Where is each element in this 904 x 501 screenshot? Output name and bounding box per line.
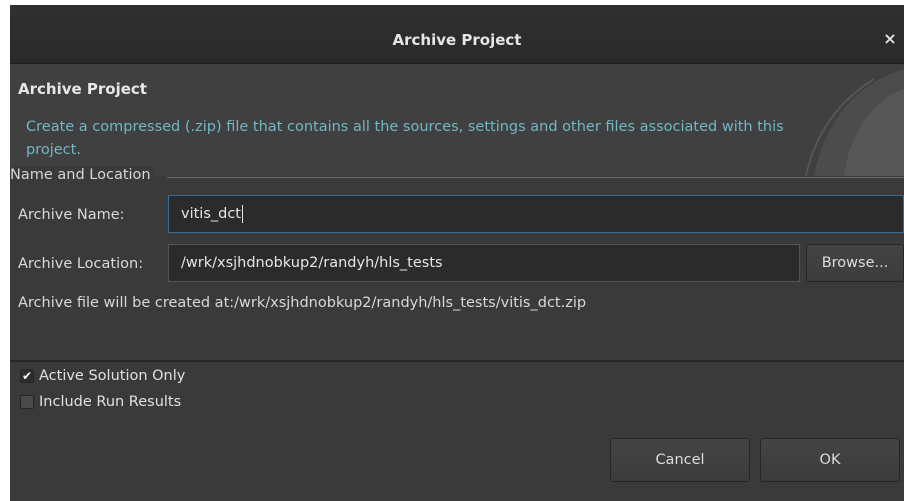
header-title: Archive Project: [18, 80, 147, 98]
group-label-name-location: Name and Location: [10, 167, 153, 183]
archive-path-info: Archive file will be created at:/wrk/xsj…: [18, 295, 587, 311]
archive-name-input[interactable]: vitis_dct: [168, 195, 904, 233]
include-run-results-option[interactable]: Include Run Results: [20, 394, 181, 410]
archive-name-label: Archive Name:: [18, 207, 125, 223]
ok-button[interactable]: OK: [760, 438, 900, 482]
cancel-button[interactable]: Cancel: [610, 438, 750, 482]
archive-project-dialog: Archive Project × Archive Project Create…: [10, 5, 904, 501]
close-icon[interactable]: ×: [878, 27, 902, 51]
archive-name-value: vitis_dct: [181, 206, 241, 222]
header-panel: Archive Project Create a compressed (.zi…: [10, 64, 904, 176]
include-run-results-label: Include Run Results: [39, 394, 182, 410]
include-run-results-checkbox[interactable]: [20, 395, 34, 409]
browse-button[interactable]: Browse...: [806, 244, 904, 282]
options-separator: [10, 360, 904, 362]
archive-location-label: Archive Location:: [18, 256, 144, 272]
text-caret: [242, 205, 243, 223]
archive-location-value: /wrk/xsjhdnobkup2/randyh/hls_tests: [181, 255, 443, 271]
group-divider: [167, 177, 904, 178]
title-bar[interactable]: Archive Project ×: [10, 5, 904, 64]
active-solution-label: Active Solution Only: [39, 368, 186, 384]
header-description: Create a compressed (.zip) file that con…: [26, 119, 784, 158]
active-solution-option[interactable]: ✔ Active Solution Only: [20, 368, 185, 384]
check-icon[interactable]: ✔: [20, 369, 34, 383]
archive-location-input[interactable]: /wrk/xsjhdnobkup2/randyh/hls_tests: [168, 244, 800, 282]
window-title: Archive Project: [392, 31, 522, 49]
